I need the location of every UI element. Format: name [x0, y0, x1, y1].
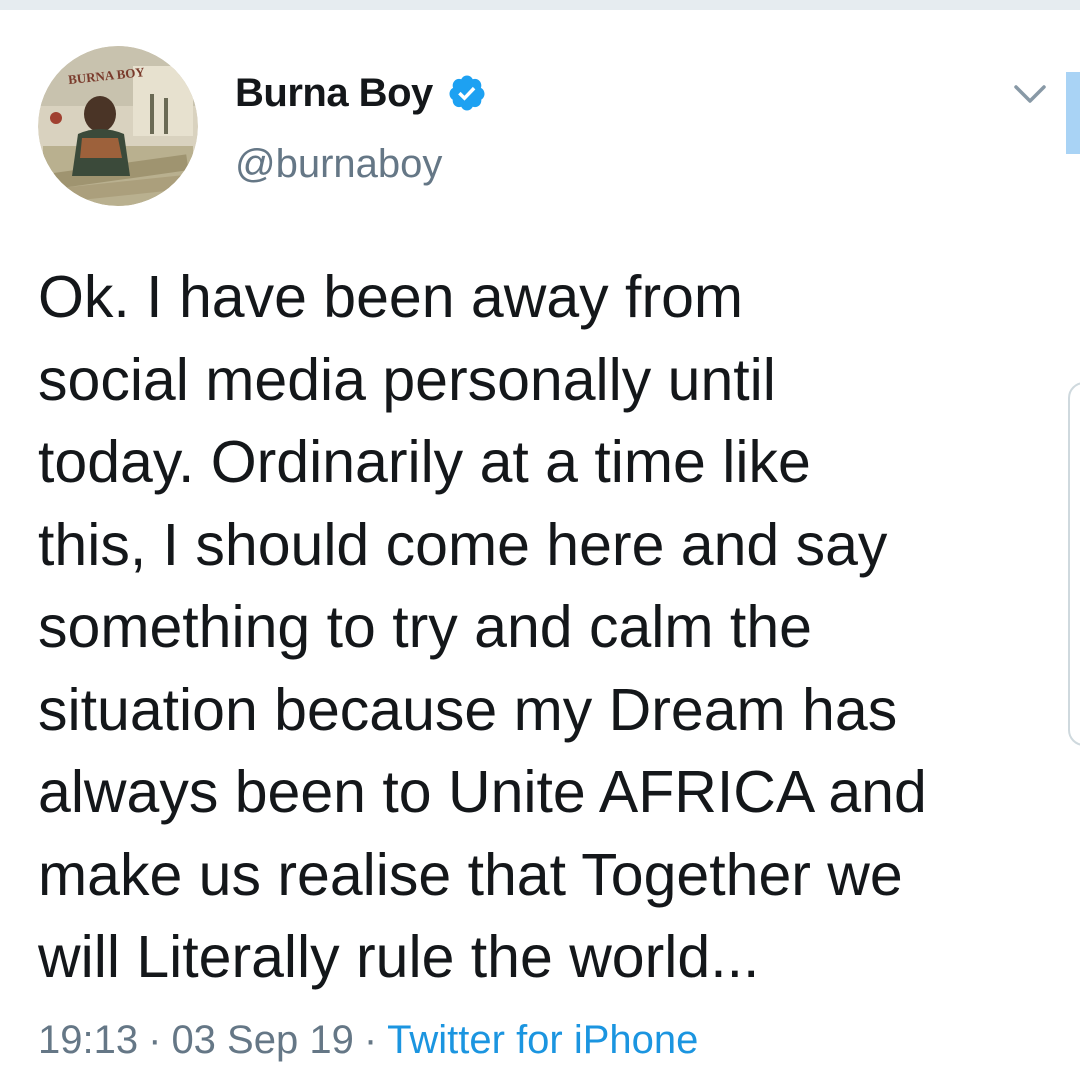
tweet-line: always been to Unite AFRICA and [38, 759, 927, 825]
tweet-line: this, I should come here and say [38, 511, 888, 578]
tweet-line: situation because my Dream has [38, 676, 898, 743]
tweet-text: Ok. I have been away from social media p… [38, 256, 1058, 999]
user-handle[interactable]: @burnaboy [235, 142, 442, 187]
display-name[interactable]: Burna Boy [235, 71, 433, 116]
side-panel-handle[interactable] [1068, 382, 1080, 746]
avatar[interactable]: BURNA BOY [38, 46, 198, 206]
tweet-view: BURNA BOY Burna Boy @burnaboy Ok. I have… [0, 0, 1080, 1080]
meta-separator: · [148, 1018, 162, 1062]
tweet-line: today. Ordinarily at a time like [38, 429, 811, 495]
tweet-line: will Literally rule the world... [38, 924, 760, 990]
tweet-line: Ok. I have been away from [38, 264, 744, 330]
top-divider [0, 0, 1080, 10]
chevron-down-icon [1014, 85, 1046, 103]
more-options-button[interactable] [1010, 74, 1050, 114]
tweet-line: something to try and calm the [38, 594, 812, 660]
tweet-meta: 19:13 · 03 Sep 19 · Twitter for iPhone [38, 1018, 698, 1063]
tweet-source-link[interactable]: Twitter for iPhone [387, 1018, 698, 1062]
tweet-line: social media personally until [38, 346, 776, 413]
avatar-image: BURNA BOY [38, 46, 198, 206]
verified-badge-icon [447, 73, 487, 113]
meta-separator: · [363, 1018, 378, 1062]
tweet-line: make us realise that Together we [38, 841, 903, 908]
tweet-date[interactable]: 03 Sep 19 [171, 1018, 353, 1062]
scroll-indicator [1066, 72, 1080, 154]
display-name-row[interactable]: Burna Boy [235, 66, 487, 120]
tweet-time[interactable]: 19:13 [38, 1018, 138, 1062]
